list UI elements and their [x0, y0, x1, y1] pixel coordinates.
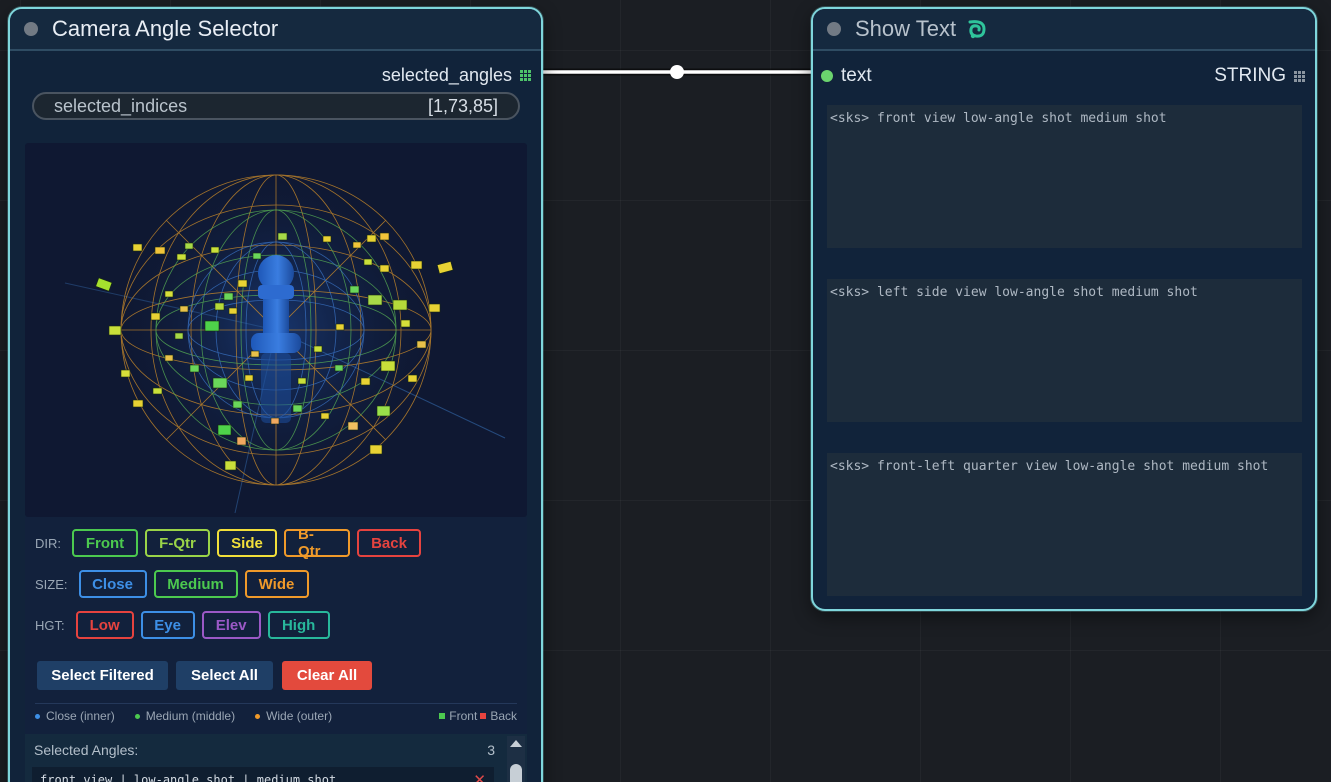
size-label: SIZE:: [35, 576, 68, 592]
node-header[interactable]: Camera Angle Selector: [10, 9, 541, 51]
filter-button-close[interactable]: Close: [78, 570, 147, 598]
show-text-node[interactable]: Show Text text STRING <sks> front view l…: [811, 7, 1317, 611]
3d-viewport[interactable]: [25, 143, 527, 517]
green-square-icon: [439, 713, 446, 719]
legend-medium: Medium (middle): [134, 709, 236, 723]
node-title: Show Text: [855, 16, 957, 41]
chevron-up-icon[interactable]: [510, 740, 522, 747]
clear-all-button[interactable]: Clear All: [282, 661, 372, 690]
dir-label: DIR:: [35, 535, 61, 551]
input-slot-label: text: [841, 65, 872, 86]
filter-button-f-qtr[interactable]: F-Qtr: [145, 529, 210, 557]
node-title: Camera Angle Selector: [52, 16, 279, 41]
filter-button-front[interactable]: Front: [72, 529, 138, 557]
hgt-filter-row: HGT: Low Eye Elev High: [35, 611, 330, 639]
filter-button-low[interactable]: Low: [75, 611, 134, 639]
input-slot-text[interactable]: text STRING: [821, 65, 1305, 87]
link-midpoint-handle: [670, 65, 684, 79]
legend: Close (inner) Medium (middle) Wide (oute…: [35, 703, 517, 728]
selected-angles-header: Selected Angles: 3: [34, 742, 495, 758]
orange-dot-icon: [255, 713, 261, 719]
filter-button-back[interactable]: Back: [357, 529, 421, 557]
selected-angles-panel: Selected Angles: 3 front view | low-angl…: [25, 734, 527, 782]
close-icon[interactable]: ✕: [473, 771, 486, 782]
text-output-3[interactable]: <sks> front-left quarter view low-angle …: [827, 453, 1302, 596]
circle-dot-icon[interactable]: [827, 22, 841, 36]
filter-button-medium[interactable]: Medium: [153, 570, 238, 598]
filter-button-high[interactable]: High: [267, 611, 330, 639]
dir-filter-row: DIR: Front F-Qtr Side B-Qtr Back: [35, 526, 421, 560]
hgt-label: HGT:: [35, 617, 65, 633]
legend-back: Back: [480, 709, 517, 723]
text-output-2[interactable]: <sks> left side view low-angle shot medi…: [827, 279, 1302, 422]
legend-front-label: Front: [449, 709, 478, 723]
input-slot-dot[interactable]: [821, 70, 833, 82]
widget-value: [1,73,85]: [427, 95, 498, 116]
grid-icon[interactable]: [520, 69, 531, 81]
scrollbar-thumb[interactable]: [510, 764, 522, 782]
select-all-button[interactable]: Select All: [176, 661, 273, 690]
output-slot-selected-angles[interactable]: selected_angles: [382, 63, 531, 87]
selected-angle-text: front view | low-angle shot | medium sho…: [40, 773, 337, 782]
legend-back-label: Back: [490, 709, 517, 723]
node-header[interactable]: Show Text: [813, 9, 1315, 51]
selected-indices-widget[interactable]: selected_indices [1,73,85]: [32, 92, 520, 120]
legend-wide: Wide (outer): [255, 709, 332, 723]
grid-icon[interactable]: [1294, 70, 1305, 82]
filter-button-b-qtr[interactable]: B-Qtr: [284, 526, 350, 560]
camera-sphere-visualization[interactable]: [25, 143, 527, 517]
camera-angle-selector-node[interactable]: Camera Angle Selector selected_angles se…: [8, 7, 543, 782]
filter-button-elev[interactable]: Elev: [201, 611, 261, 639]
filter-controls: DIR: Front F-Qtr Side B-Qtr Back SIZE: C…: [25, 517, 527, 747]
circle-dot-icon[interactable]: [24, 22, 38, 36]
select-filtered-button[interactable]: Select Filtered: [37, 661, 168, 690]
legend-medium-label: Medium (middle): [145, 709, 236, 723]
filter-button-side[interactable]: Side: [217, 529, 277, 557]
output-slot-label: selected_angles: [381, 64, 512, 85]
selected-angle-item[interactable]: front view | low-angle shot | medium sho…: [32, 767, 494, 782]
input-slot-type: STRING: [1214, 65, 1286, 86]
legend-front: Front: [439, 709, 477, 723]
selected-angles-title: Selected Angles:: [34, 742, 139, 758]
legend-close: Close (inner): [35, 709, 115, 723]
scrollbar[interactable]: [507, 736, 525, 782]
blue-dot-icon: [35, 713, 40, 719]
filter-button-eye[interactable]: Eye: [140, 611, 195, 639]
graph-canvas[interactable]: Camera Angle Selector selected_angles se…: [0, 0, 1331, 782]
size-filter-row: SIZE: Close Medium Wide: [35, 570, 309, 598]
widget-name: selected_indices: [54, 95, 188, 116]
red-square-icon: [480, 713, 487, 719]
green-dot-icon: [134, 713, 140, 719]
text-output-1[interactable]: <sks> front view low-angle shot medium s…: [827, 105, 1302, 248]
selected-angles-count: 3: [487, 742, 495, 758]
legend-wide-label: Wide (outer): [266, 709, 333, 723]
filter-button-wide[interactable]: Wide: [244, 570, 309, 598]
swirl-badge-icon: [968, 20, 986, 39]
legend-close-label: Close (inner): [46, 709, 115, 723]
